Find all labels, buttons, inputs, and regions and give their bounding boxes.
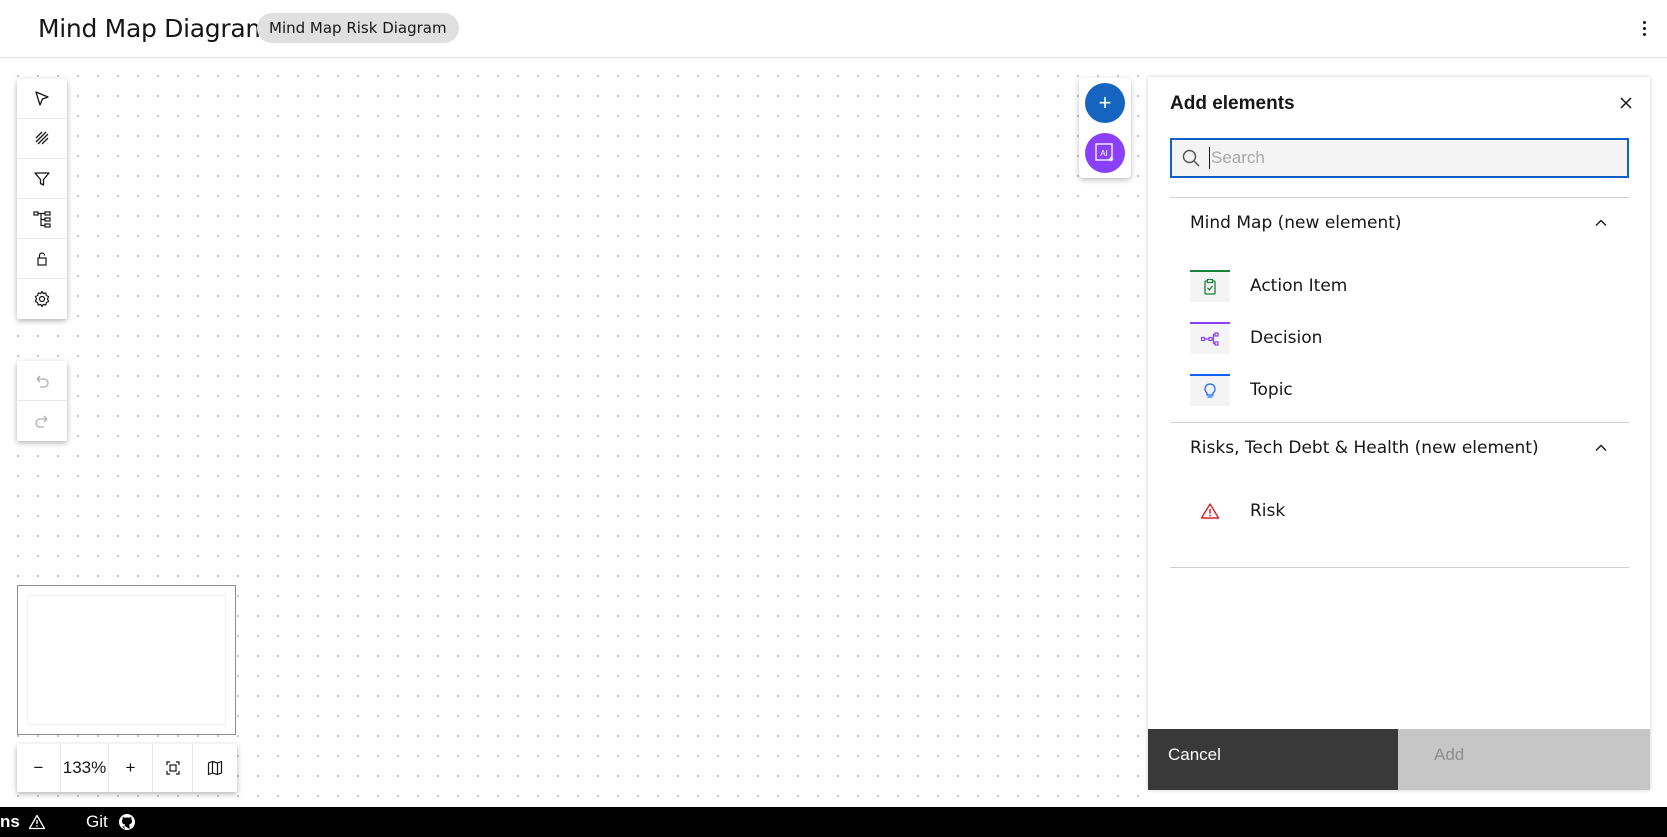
pointer-tool-button[interactable] bbox=[17, 79, 67, 119]
notifications-label: ns bbox=[0, 812, 20, 831]
add-element-button[interactable]: + bbox=[1085, 83, 1125, 123]
settings-tool-button[interactable] bbox=[17, 279, 67, 319]
fit-to-screen-button[interactable] bbox=[153, 744, 193, 792]
minimap-viewport[interactable] bbox=[27, 595, 226, 725]
lock-icon bbox=[37, 251, 47, 266]
ai-icon: AI bbox=[1095, 143, 1115, 162]
minimap[interactable] bbox=[17, 585, 236, 735]
cancel-button[interactable]: Cancel bbox=[1148, 729, 1398, 790]
lock-tool-button[interactable] bbox=[17, 239, 67, 279]
search-field[interactable] bbox=[1170, 138, 1629, 178]
minimap-toggle-button[interactable] bbox=[193, 744, 237, 792]
filter-tool-button[interactable] bbox=[17, 159, 67, 199]
floating-actions: + AI bbox=[1079, 78, 1131, 178]
zoom-in-button[interactable]: + bbox=[109, 744, 153, 792]
ai-assistant-button[interactable]: AI bbox=[1085, 133, 1125, 173]
section-mind-map: Mind Map (new element) Action Item Decis… bbox=[1170, 197, 1629, 416]
add-elements-panel: Add elements Mind Map (new element) Acti… bbox=[1148, 77, 1650, 790]
chevron-up-icon bbox=[1595, 444, 1607, 451]
element-item-action-item[interactable]: Action Item bbox=[1170, 260, 1629, 312]
zoom-controls: − 133% + bbox=[17, 744, 237, 792]
canvas-toolbar bbox=[17, 79, 67, 319]
close-icon bbox=[1620, 97, 1632, 109]
section-title: Mind Map (new element) bbox=[1190, 213, 1402, 233]
overflow-menu-button[interactable] bbox=[1636, 18, 1652, 38]
element-item-risk[interactable]: Risk bbox=[1170, 485, 1629, 537]
element-label: Action Item bbox=[1250, 276, 1348, 296]
hierarchy-icon bbox=[33, 210, 51, 228]
element-item-topic[interactable]: Topic bbox=[1170, 364, 1629, 416]
chevron-up-icon bbox=[1595, 219, 1607, 226]
warning-icon bbox=[28, 814, 45, 830]
search-icon bbox=[1182, 149, 1200, 167]
add-button[interactable]: Add bbox=[1398, 729, 1650, 790]
undo-button[interactable] bbox=[17, 361, 67, 401]
redo-icon bbox=[35, 415, 48, 428]
panel-title: Add elements bbox=[1170, 93, 1295, 114]
diagram-type-tag: Mind Map Risk Diagram bbox=[257, 13, 459, 43]
github-icon bbox=[118, 814, 135, 830]
notifications-status[interactable]: ns bbox=[0, 807, 46, 837]
git-label: Git bbox=[86, 812, 108, 831]
status-bar: ns Git bbox=[0, 807, 1667, 837]
search-input[interactable] bbox=[1209, 147, 1609, 169]
connector-tool-button[interactable] bbox=[17, 119, 67, 159]
page-title: Mind Map Diagram bbox=[38, 14, 270, 43]
decision-tree-icon bbox=[1190, 322, 1230, 354]
zoom-level: 133% bbox=[61, 744, 109, 792]
fit-screen-icon bbox=[165, 761, 180, 775]
element-label: Topic bbox=[1250, 380, 1293, 400]
svg-text:AI: AI bbox=[1100, 149, 1108, 158]
connector-icon bbox=[35, 131, 49, 144]
map-icon bbox=[207, 760, 223, 776]
hierarchy-tool-button[interactable] bbox=[17, 199, 67, 239]
section-risks: Risks, Tech Debt & Health (new element) … bbox=[1170, 422, 1629, 568]
filter-icon bbox=[34, 171, 50, 186]
history-toolbar bbox=[17, 361, 67, 441]
element-label: Decision bbox=[1250, 328, 1323, 348]
pointer-icon bbox=[35, 90, 49, 106]
redo-button[interactable] bbox=[17, 401, 67, 441]
section-header-risks[interactable]: Risks, Tech Debt & Health (new element) bbox=[1170, 423, 1629, 473]
section-title: Risks, Tech Debt & Health (new element) bbox=[1190, 438, 1539, 458]
section-header-mind-map[interactable]: Mind Map (new element) bbox=[1170, 198, 1629, 248]
clipboard-check-icon bbox=[1190, 270, 1230, 302]
close-panel-button[interactable] bbox=[1614, 91, 1638, 115]
warning-triangle-icon bbox=[1190, 495, 1230, 527]
git-status[interactable]: Git bbox=[86, 807, 136, 837]
zoom-out-button[interactable]: − bbox=[17, 744, 61, 792]
settings-icon bbox=[34, 290, 50, 308]
element-label: Risk bbox=[1250, 501, 1286, 521]
element-item-decision[interactable]: Decision bbox=[1170, 312, 1629, 364]
app-header: Mind Map Diagram Mind Map Risk Diagram bbox=[0, 0, 1667, 58]
lightbulb-icon bbox=[1190, 374, 1230, 406]
panel-footer: Cancel Add bbox=[1148, 729, 1650, 790]
undo-icon bbox=[36, 375, 49, 388]
